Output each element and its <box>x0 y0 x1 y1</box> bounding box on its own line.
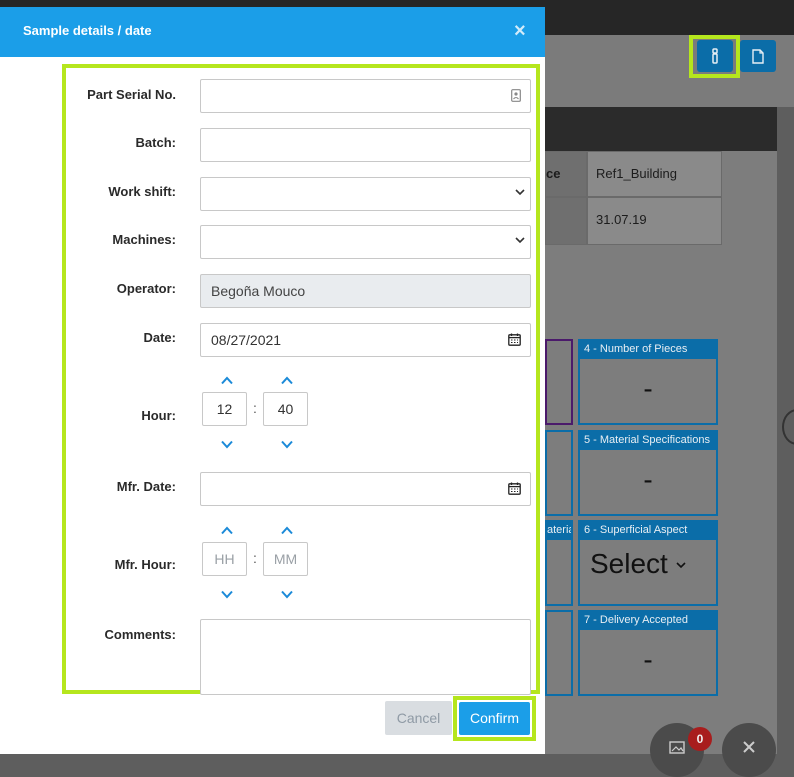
mfr-date-label: Mfr. Date: <box>116 479 176 494</box>
bg-right-edge <box>777 151 794 754</box>
card-value: - <box>643 644 653 675</box>
hour-increment-icon[interactable] <box>220 376 234 385</box>
card-number-of-pieces[interactable]: 4 - Number of Pieces - <box>578 339 718 425</box>
date-label: Date: <box>143 330 176 345</box>
bg-card-fragment <box>545 430 573 516</box>
document-icon <box>752 48 764 64</box>
mfr-minute-increment-icon[interactable] <box>280 526 294 535</box>
card-title: 6 - Superficial Aspect <box>580 522 716 540</box>
bg-table-date-cell: 31.07.19 <box>587 197 722 245</box>
bg-card-fragment <box>545 610 573 696</box>
operator-field: Begoña Mouco <box>200 274 531 308</box>
modal-header: Sample details / date × <box>0 7 545 57</box>
card-value: - <box>643 464 653 495</box>
mfr-hour-hh-input[interactable]: HH <box>202 542 247 576</box>
batch-label: Batch: <box>135 135 176 150</box>
chevron-down-icon <box>515 237 525 244</box>
mfr-hour-mm-input[interactable]: MM <box>263 542 308 576</box>
bg-table-header-ref: Ref1_Building <box>587 151 722 197</box>
bg-card-fragment: aterial <box>545 520 573 606</box>
close-icon[interactable]: × <box>514 20 526 42</box>
batch-input[interactable] <box>200 128 531 162</box>
bg-table-header-cell: ce <box>545 151 587 197</box>
comments-label: Comments: <box>104 627 176 642</box>
card-delivery-accepted[interactable]: 7 - Delivery Accepted - <box>578 610 718 696</box>
minute-decrement-icon[interactable] <box>280 440 294 449</box>
sample-details-modal: Sample details / date × Part Serial No. … <box>0 7 545 754</box>
chevron-down-icon <box>676 562 686 569</box>
close-icon <box>743 741 755 753</box>
date-input[interactable]: 08/27/2021 <box>200 323 531 357</box>
bg-table-cell <box>545 197 587 245</box>
hour-hh-input[interactable]: 12 <box>202 392 247 426</box>
mfr-hour-increment-icon[interactable] <box>220 526 234 535</box>
hour-decrement-icon[interactable] <box>220 440 234 449</box>
document-button[interactable] <box>740 40 776 72</box>
notification-badge: 0 <box>688 727 712 751</box>
form-highlight-frame: Part Serial No. Batch: Work shift: Machi… <box>62 64 540 695</box>
modal-title: Sample details / date <box>23 23 152 38</box>
mfr-minute-decrement-icon[interactable] <box>280 590 294 599</box>
time-separator: : <box>253 550 257 566</box>
machines-select[interactable] <box>200 225 531 259</box>
machines-label: Machines: <box>112 232 176 247</box>
part-serial-input[interactable] <box>200 79 531 113</box>
card-title: 5 - Material Specifications <box>580 432 716 450</box>
card-superficial-aspect[interactable]: 6 - Superficial Aspect Select <box>578 520 718 606</box>
cancel-button[interactable]: Cancel <box>385 701 452 735</box>
info-button-highlight <box>689 35 740 78</box>
image-icon <box>669 741 685 754</box>
part-serial-label: Part Serial No. <box>87 87 176 102</box>
calendar-icon[interactable] <box>508 482 521 495</box>
card-material-specifications[interactable]: 5 - Material Specifications - <box>578 430 718 516</box>
card-title: 4 - Number of Pieces <box>580 341 716 359</box>
calendar-icon[interactable] <box>508 333 521 346</box>
card-select[interactable]: Select <box>580 540 716 580</box>
close-fab[interactable] <box>722 723 776 777</box>
hour-mm-input[interactable]: 40 <box>263 392 308 426</box>
card-title: 7 - Delivery Accepted <box>580 612 716 630</box>
minute-increment-icon[interactable] <box>280 376 294 385</box>
mfr-hour-label: Mfr. Hour: <box>114 557 176 572</box>
mfr-date-input[interactable] <box>200 472 531 506</box>
hour-label: Hour: <box>141 408 176 423</box>
card-value: - <box>643 373 653 404</box>
bg-card-fragment <box>545 339 573 425</box>
work-shift-label: Work shift: <box>108 184 176 199</box>
work-shift-select[interactable] <box>200 177 531 211</box>
time-separator: : <box>253 400 257 416</box>
confirm-button[interactable]: Confirm <box>459 702 530 735</box>
operator-label: Operator: <box>116 281 176 296</box>
comments-textarea[interactable] <box>200 619 531 695</box>
mfr-hour-decrement-icon[interactable] <box>220 590 234 599</box>
chevron-down-icon <box>515 189 525 196</box>
contact-card-icon <box>511 89 521 102</box>
